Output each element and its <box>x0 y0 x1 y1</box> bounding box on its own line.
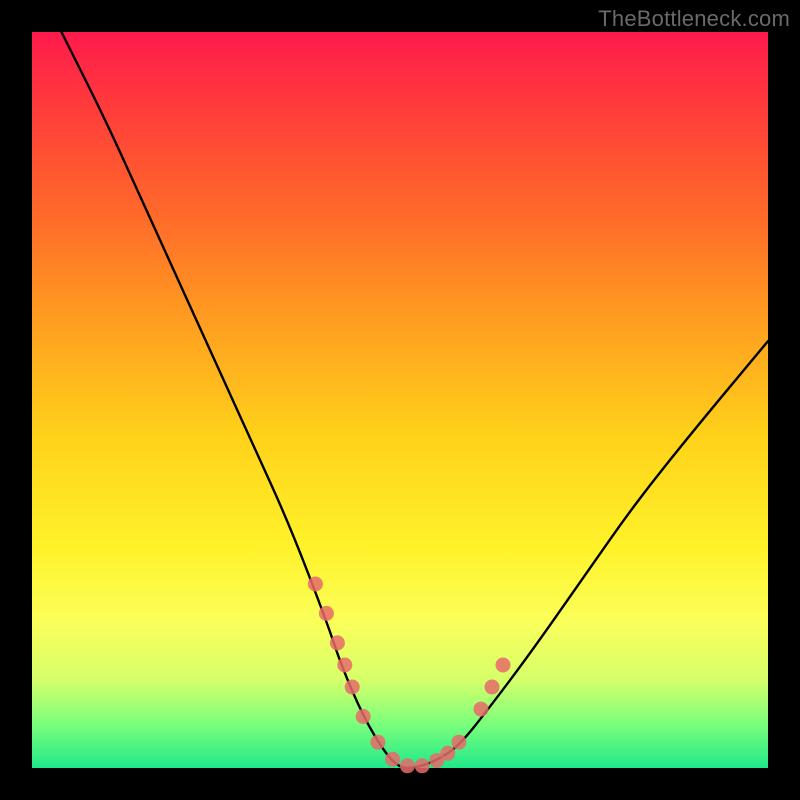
marker-point <box>440 746 455 761</box>
marker-point <box>308 577 323 592</box>
marker-point <box>319 606 334 621</box>
bottleneck-curve-svg <box>32 32 768 768</box>
marker-point <box>356 709 371 724</box>
bottleneck-curve <box>32 0 768 768</box>
marker-point <box>485 680 500 695</box>
highlight-markers <box>308 577 511 774</box>
marker-point <box>337 658 352 673</box>
plot-area <box>32 32 768 768</box>
watermark-text: TheBottleneck.com <box>598 6 790 32</box>
marker-point <box>370 735 385 750</box>
marker-point <box>474 702 489 717</box>
marker-point <box>385 752 400 767</box>
marker-point <box>345 680 360 695</box>
marker-point <box>451 735 466 750</box>
marker-point <box>496 658 511 673</box>
marker-point <box>415 758 430 773</box>
marker-point <box>400 758 415 773</box>
marker-point <box>330 635 345 650</box>
chart-frame: TheBottleneck.com <box>0 0 800 800</box>
